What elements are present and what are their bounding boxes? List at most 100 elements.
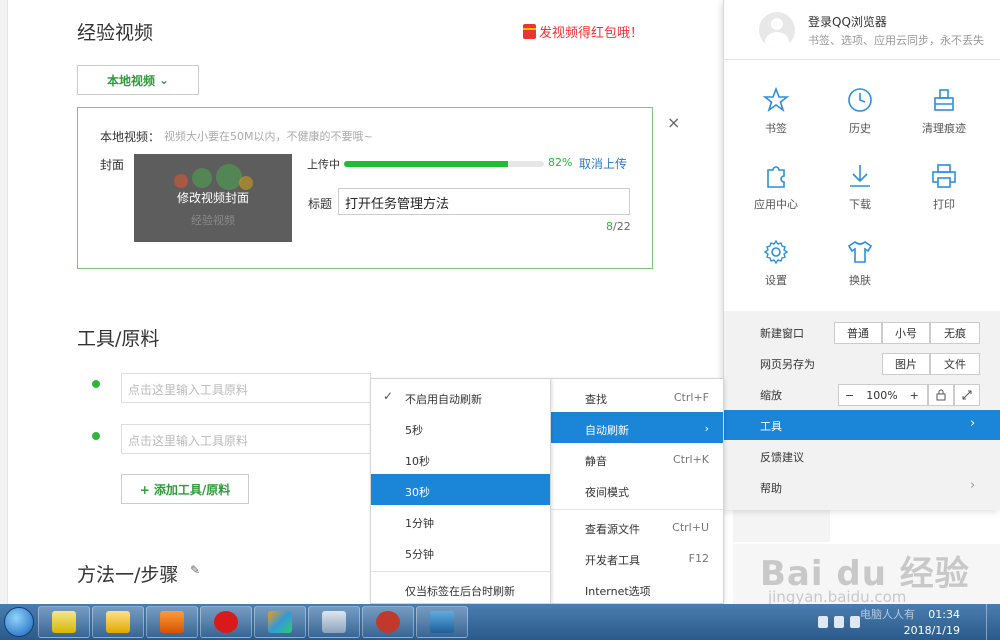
- taskbar-app-remote[interactable]: [308, 606, 360, 638]
- video-title-input[interactable]: 打开任务管理方法: [338, 188, 630, 215]
- submenu-dev-tools[interactable]: 开发者工具 F12: [551, 542, 723, 573]
- menu-download[interactable]: 下载: [820, 144, 900, 214]
- menu-clear-traces[interactable]: 清理痕迹: [904, 68, 984, 138]
- save-as-file[interactable]: 文件: [930, 353, 980, 375]
- submenu-auto-refresh[interactable]: 自动刷新 ›: [551, 412, 723, 443]
- menu-settings[interactable]: 设置: [736, 220, 816, 290]
- network-icon[interactable]: [834, 616, 844, 628]
- refresh-option-30s[interactable]: 30秒: [371, 474, 550, 505]
- clock-time[interactable]: 01:34: [928, 608, 960, 621]
- menu-history-label: 历史: [849, 122, 871, 135]
- zoom-out-button[interactable]: −: [839, 389, 860, 402]
- add-tool-button[interactable]: + 添加工具/原料: [121, 474, 249, 504]
- menu-app-center[interactable]: 应用中心: [736, 144, 816, 214]
- login-subtitle: 书签、选项、应用云同步，永不丢失: [808, 34, 984, 47]
- menu-app-center-label: 应用中心: [754, 198, 798, 211]
- refresh-option-10s[interactable]: 10秒: [371, 443, 550, 474]
- fullscreen-icon[interactable]: [954, 384, 980, 406]
- taskbar-app-explorer[interactable]: [92, 606, 144, 638]
- refresh-option-label: 10秒: [405, 455, 430, 468]
- refresh-option-off[interactable]: ✓ 不启用自动刷新: [371, 381, 550, 412]
- cover-thumbnail[interactable]: 修改视频封面 经验视频: [134, 154, 292, 242]
- chevron-right-icon: ›: [970, 416, 976, 431]
- taskbar: 电脑人人有 01:34 2018/1/19: [0, 604, 1000, 640]
- char-count-current: 8: [606, 220, 613, 233]
- submenu-view-source[interactable]: 查看源文件 Ctrl+U: [551, 511, 723, 542]
- clock-date[interactable]: 2018/1/19: [904, 624, 960, 637]
- show-desktop-button[interactable]: [986, 604, 1000, 640]
- taskbar-app-paint[interactable]: [254, 606, 306, 638]
- browser-menu: 登录QQ浏览器 书签、选项、应用云同步，永不丢失 书签 历史 清理痕迹 应用中心: [723, 0, 1000, 510]
- media-player-icon: [160, 611, 184, 633]
- gear-icon: [763, 239, 789, 265]
- menu-settings-label: 设置: [765, 274, 787, 287]
- menu-feedback[interactable]: 反馈建议: [724, 441, 1000, 471]
- save-as-label: 网页另存为: [760, 358, 815, 371]
- submenu-mute[interactable]: 静音 Ctrl+K: [551, 443, 723, 474]
- zoom-in-button[interactable]: +: [904, 389, 925, 402]
- help-label: 帮助: [760, 482, 782, 495]
- upload-progress-fill: [344, 161, 508, 167]
- tray-arrow-icon[interactable]: [818, 616, 828, 628]
- refresh-option-label: 不启用自动刷新: [405, 393, 482, 406]
- menu-skin[interactable]: 换肤: [820, 220, 900, 290]
- view-source-label: 查看源文件: [585, 523, 640, 536]
- refresh-option-background-only[interactable]: 仅当标签在后台时刷新: [371, 573, 550, 604]
- bullet-dot: [92, 432, 100, 440]
- menu-history[interactable]: 历史: [820, 68, 900, 138]
- close-icon[interactable]: ×: [667, 113, 680, 132]
- zoom-value: 100%: [866, 388, 898, 402]
- taskbar-app-p[interactable]: [362, 606, 414, 638]
- menu-print[interactable]: 打印: [904, 144, 984, 214]
- taskbar-app-media[interactable]: [146, 606, 198, 638]
- cover-decoration: [239, 176, 253, 190]
- menu-bookmarks[interactable]: 书签: [736, 68, 816, 138]
- p-app-icon: [376, 611, 400, 633]
- new-window-small[interactable]: 小号: [882, 322, 930, 344]
- new-window-incognito[interactable]: 无痕: [930, 322, 980, 344]
- tool-input-1[interactable]: 点击这里输入工具原料: [121, 373, 371, 403]
- dev-tools-shortcut: F12: [688, 552, 709, 565]
- new-window-normal[interactable]: 普通: [834, 322, 882, 344]
- promo-text: 发视频得红包哦！: [539, 26, 644, 41]
- login-header[interactable]: 登录QQ浏览器 书签、选项、应用云同步，永不丢失: [724, 0, 1000, 60]
- tool-input-2[interactable]: 点击这里输入工具原料: [121, 424, 371, 454]
- submenu-night-mode[interactable]: 夜间模式: [551, 474, 723, 505]
- lock-icon[interactable]: [928, 384, 954, 406]
- taskbar-app-chess[interactable]: [200, 606, 252, 638]
- menu-tools[interactable]: 工具 ›: [724, 410, 1000, 440]
- refresh-option-1min[interactable]: 1分钟: [371, 505, 550, 536]
- title-label: 标题: [308, 197, 333, 211]
- menu-save-as: 网页另存为 图片 文件: [724, 348, 1000, 378]
- local-video-button[interactable]: 本地视频 ⌄: [77, 65, 199, 95]
- tools-submenu: 查找 Ctrl+F 自动刷新 › 静音 Ctrl+K 夜间模式 查看源文件 Ct…: [550, 378, 724, 604]
- chevron-right-icon: ›: [970, 478, 976, 493]
- edit-pencil-icon[interactable]: ✎: [190, 563, 200, 577]
- submenu-internet-options[interactable]: Internet选项: [551, 573, 723, 604]
- auto-refresh-submenu: ✓ 不启用自动刷新 5秒 10秒 30秒 1分钟 5分钟 仅当标签在后台时刷新: [370, 378, 551, 604]
- folder-icon: [106, 611, 130, 633]
- cover-decoration: [216, 164, 242, 190]
- uploading-label: 上传中: [307, 158, 340, 171]
- cover-watermark: 经验视频: [191, 214, 235, 227]
- save-as-image[interactable]: 图片: [882, 353, 930, 375]
- refresh-option-label: 5秒: [405, 424, 423, 437]
- left-scroll-edge: [0, 0, 8, 604]
- refresh-option-5min[interactable]: 5分钟: [371, 536, 550, 567]
- volume-icon[interactable]: [850, 616, 860, 628]
- title-char-count: 8/22: [606, 220, 631, 233]
- submenu-find[interactable]: 查找 Ctrl+F: [551, 381, 723, 412]
- start-button[interactable]: [0, 604, 36, 640]
- chess-icon: [214, 611, 238, 633]
- tools-label: 工具: [760, 420, 782, 433]
- menu-help[interactable]: 帮助 ›: [724, 472, 1000, 502]
- taskbar-app-sticky[interactable]: [38, 606, 90, 638]
- login-title: 登录QQ浏览器: [808, 15, 887, 29]
- promo-link[interactable]: 发视频得红包哦！: [523, 22, 643, 41]
- cancel-upload-link[interactable]: 取消上传: [579, 155, 627, 172]
- taskbar-app-window[interactable]: [416, 606, 468, 638]
- find-shortcut: Ctrl+F: [673, 391, 709, 404]
- refresh-option-5s[interactable]: 5秒: [371, 412, 550, 443]
- section-title-video: 经验视频: [77, 22, 154, 44]
- menu-separator: [551, 509, 723, 510]
